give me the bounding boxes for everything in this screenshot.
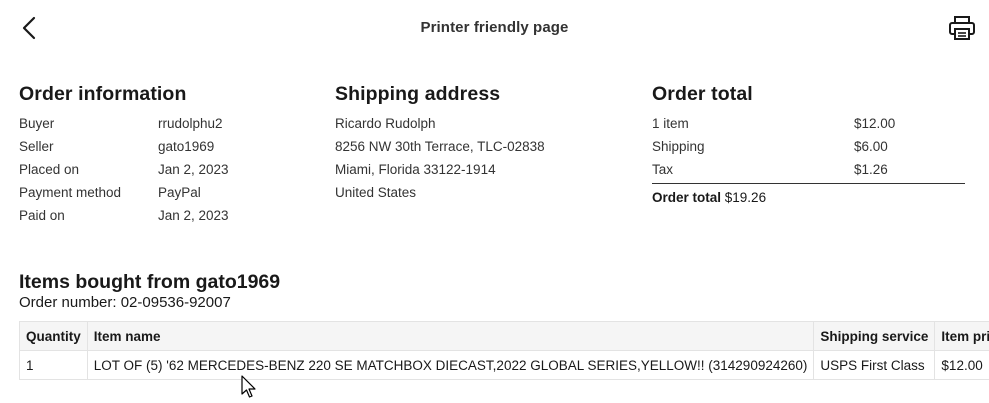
recipient-name: Ricardo Rudolph bbox=[335, 116, 436, 131]
buyer-value: rrudolphu2 bbox=[158, 116, 223, 131]
table-row: 1 LOT OF (5) '62 MERCEDES-BENZ 220 SE MA… bbox=[19, 350, 989, 380]
paid-on-row: Paid on Jan 2, 2023 bbox=[19, 204, 319, 227]
buyer-row: Buyer rrudolphu2 bbox=[19, 112, 319, 135]
seller-label: Seller bbox=[19, 139, 54, 154]
order-information-section: Order information Buyer rrudolphu2 Selle… bbox=[19, 82, 319, 227]
shipping-cost-row: Shipping $6.00 bbox=[652, 135, 965, 158]
order-total-label: Order total bbox=[652, 190, 722, 205]
column-header-item-price: Item price bbox=[934, 321, 989, 351]
payment-method-row: Payment method PayPal bbox=[19, 181, 319, 204]
country: United States bbox=[335, 185, 417, 200]
payment-method-value: PayPal bbox=[158, 185, 201, 200]
item-price: $12.00 bbox=[934, 350, 989, 380]
order-total-heading: Order total bbox=[652, 83, 753, 105]
paid-on-value: Jan 2, 2023 bbox=[158, 208, 229, 223]
buyer-label: Buyer bbox=[19, 116, 55, 131]
order-total-value: $19.26 bbox=[724, 190, 767, 205]
items-heading: Items bought from gato1969 bbox=[19, 271, 281, 293]
mouse-pointer-icon bbox=[241, 375, 256, 398]
seller-row: Seller gato1969 bbox=[19, 135, 319, 158]
print-button[interactable] bbox=[948, 15, 976, 41]
item-shipping-service: USPS First Class bbox=[813, 350, 936, 380]
shipping-address-heading: Shipping address bbox=[335, 83, 501, 105]
printer-icon bbox=[949, 16, 975, 40]
order-total-section: Order total 1 item $12.00 Shipping $6.00… bbox=[652, 82, 965, 205]
order-number: Order number: 02-09536-92007 bbox=[19, 294, 231, 311]
order-information-heading: Order information bbox=[19, 83, 187, 105]
items-subtotal-label: 1 item bbox=[652, 116, 689, 131]
page-title: Printer friendly page bbox=[420, 19, 569, 36]
shipping-address-section: Shipping address Ricardo Rudolph 8256 NW… bbox=[335, 82, 635, 204]
total-divider bbox=[652, 183, 965, 184]
top-bar: Printer friendly page bbox=[0, 0, 989, 56]
paid-on-label: Paid on bbox=[19, 208, 65, 223]
item-quantity: 1 bbox=[19, 350, 88, 380]
order-total-row: Order total $19.26 bbox=[652, 186, 965, 209]
items-subtotal-value: $12.00 bbox=[854, 116, 896, 131]
item-name: LOT OF (5) '62 MERCEDES-BENZ 220 SE MATC… bbox=[86, 350, 815, 380]
street-address: 8256 NW 30th Terrace, TLC-02838 bbox=[335, 139, 545, 154]
tax-row: Tax $1.26 bbox=[652, 158, 965, 181]
shipping-cost-label: Shipping bbox=[652, 139, 705, 154]
items-header: Items bought from gato1969 Order number:… bbox=[19, 270, 280, 312]
items-table: Quantity Item name Shipping service Item… bbox=[19, 321, 989, 380]
column-header-quantity: Quantity bbox=[19, 321, 88, 351]
column-header-shipping-service: Shipping service bbox=[813, 321, 936, 351]
items-subtotal-row: 1 item $12.00 bbox=[652, 112, 965, 135]
city-state-zip: Miami, Florida 33122-1914 bbox=[335, 162, 496, 177]
table-header-row: Quantity Item name Shipping service Item… bbox=[19, 321, 989, 351]
payment-method-label: Payment method bbox=[19, 185, 122, 200]
tax-value: $1.26 bbox=[854, 162, 888, 177]
seller-value: gato1969 bbox=[158, 139, 215, 154]
placed-on-row: Placed on Jan 2, 2023 bbox=[19, 158, 319, 181]
placed-on-label: Placed on bbox=[19, 162, 80, 177]
shipping-cost-value: $6.00 bbox=[854, 139, 888, 154]
placed-on-value: Jan 2, 2023 bbox=[158, 162, 229, 177]
tax-label: Tax bbox=[652, 162, 674, 177]
column-header-item-name: Item name bbox=[86, 321, 815, 351]
